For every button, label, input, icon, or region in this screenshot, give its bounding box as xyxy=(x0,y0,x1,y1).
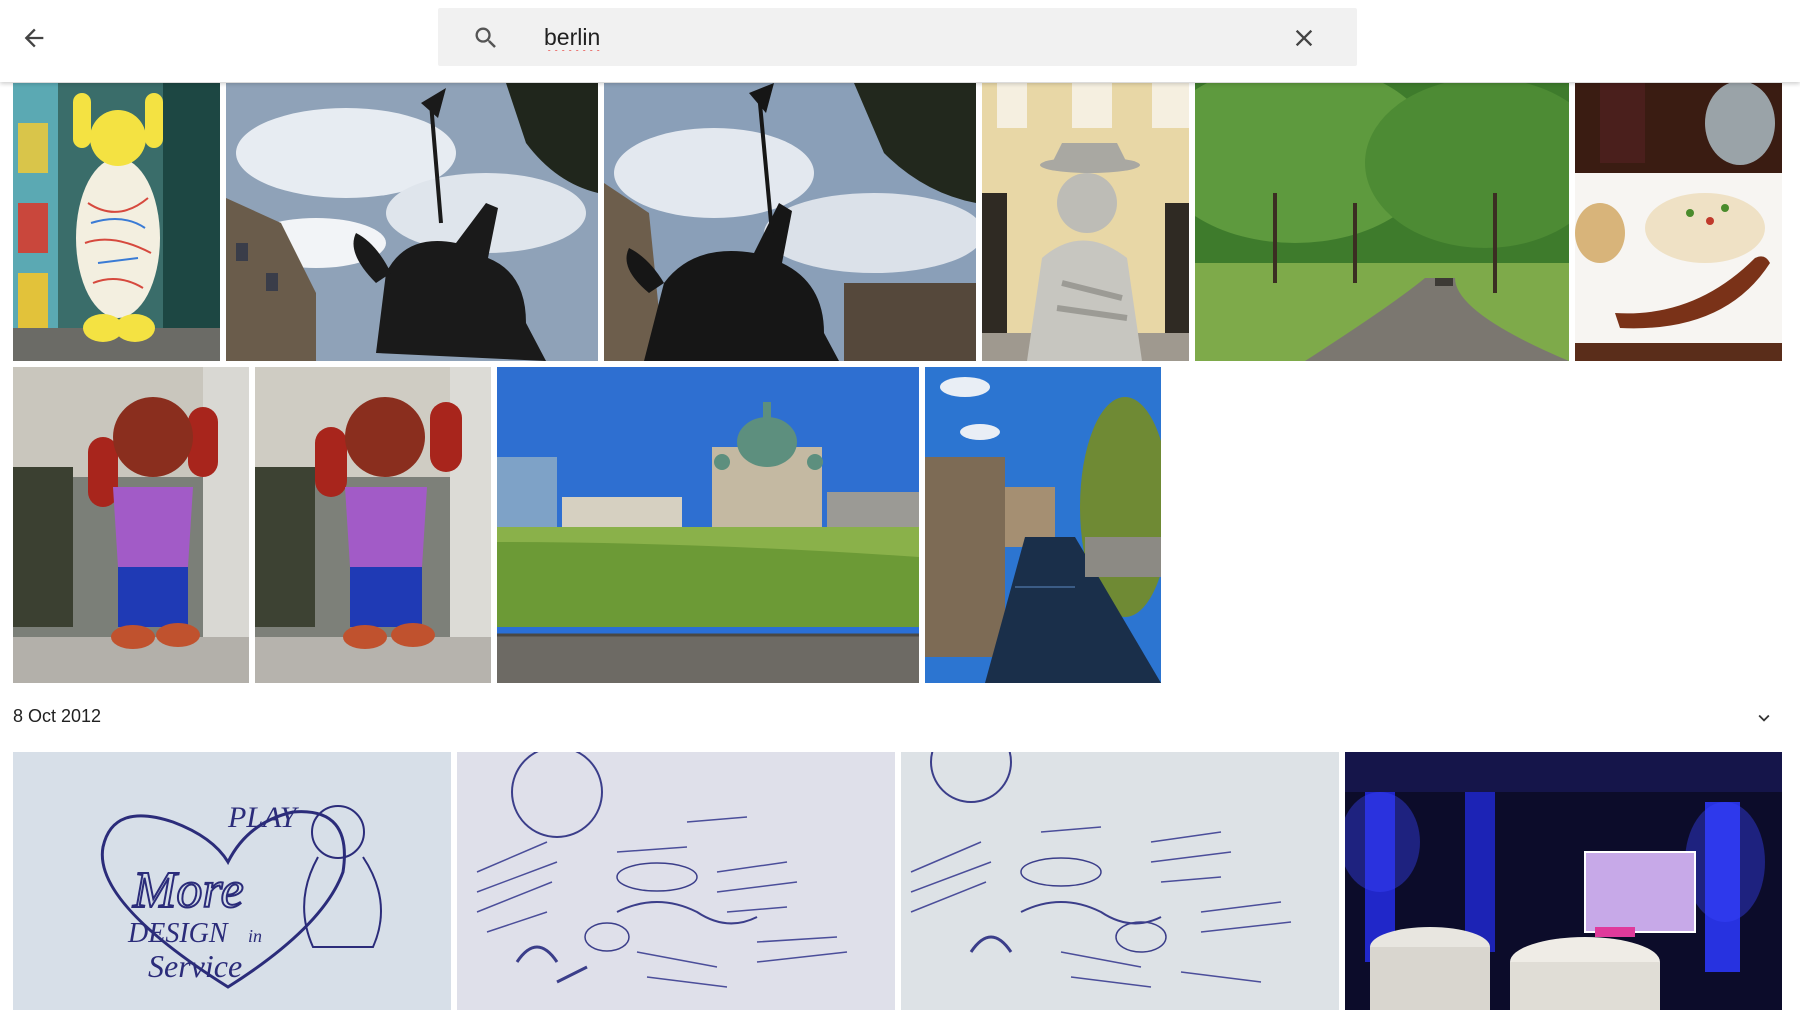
photo-buddy-bear-painted[interactable] xyxy=(13,367,249,683)
sketch-text-service: Service xyxy=(148,948,242,984)
photo-buddy-bear-yellow[interactable] xyxy=(13,83,220,361)
arrow-back-icon xyxy=(24,28,44,48)
photo-sketch-notes[interactable] xyxy=(457,752,895,1010)
search-icon[interactable] xyxy=(472,24,500,52)
photo-event-hall[interactable] xyxy=(1345,752,1782,1010)
photo-buddy-bear-painted-2[interactable] xyxy=(255,367,491,683)
photo-sketch-play-more-design[interactable]: PLAY More DESIGN in Service xyxy=(13,752,451,1010)
photo-equestrian-statue[interactable] xyxy=(226,83,598,361)
sketch-text-design: DESIGN xyxy=(127,918,229,949)
photo-park-path[interactable] xyxy=(1195,83,1569,361)
sketch-text-play: PLAY xyxy=(227,801,300,834)
top-app-bar xyxy=(0,0,1800,82)
search-box xyxy=(438,8,1357,66)
close-icon xyxy=(1295,29,1313,47)
sketch-text-more: More xyxy=(132,862,244,919)
photo-sketch-notes-2[interactable] xyxy=(901,752,1339,1010)
photo-equestrian-statue-2[interactable] xyxy=(604,83,976,361)
photo-canal[interactable] xyxy=(925,367,1161,683)
back-button[interactable] xyxy=(14,18,54,58)
chevron-down-icon xyxy=(1758,714,1770,722)
section-date-label: 8 Oct 2012 xyxy=(13,706,102,726)
photo-berlin-cathedral[interactable] xyxy=(497,367,919,683)
search-input[interactable] xyxy=(544,20,1244,54)
sketch-text-in: in xyxy=(248,926,262,946)
photo-currywurst-plate[interactable] xyxy=(1575,83,1782,361)
collapse-section-button[interactable] xyxy=(1752,706,1776,730)
photo-stone-statue[interactable] xyxy=(982,83,1189,361)
clear-search-button[interactable] xyxy=(1288,22,1320,54)
